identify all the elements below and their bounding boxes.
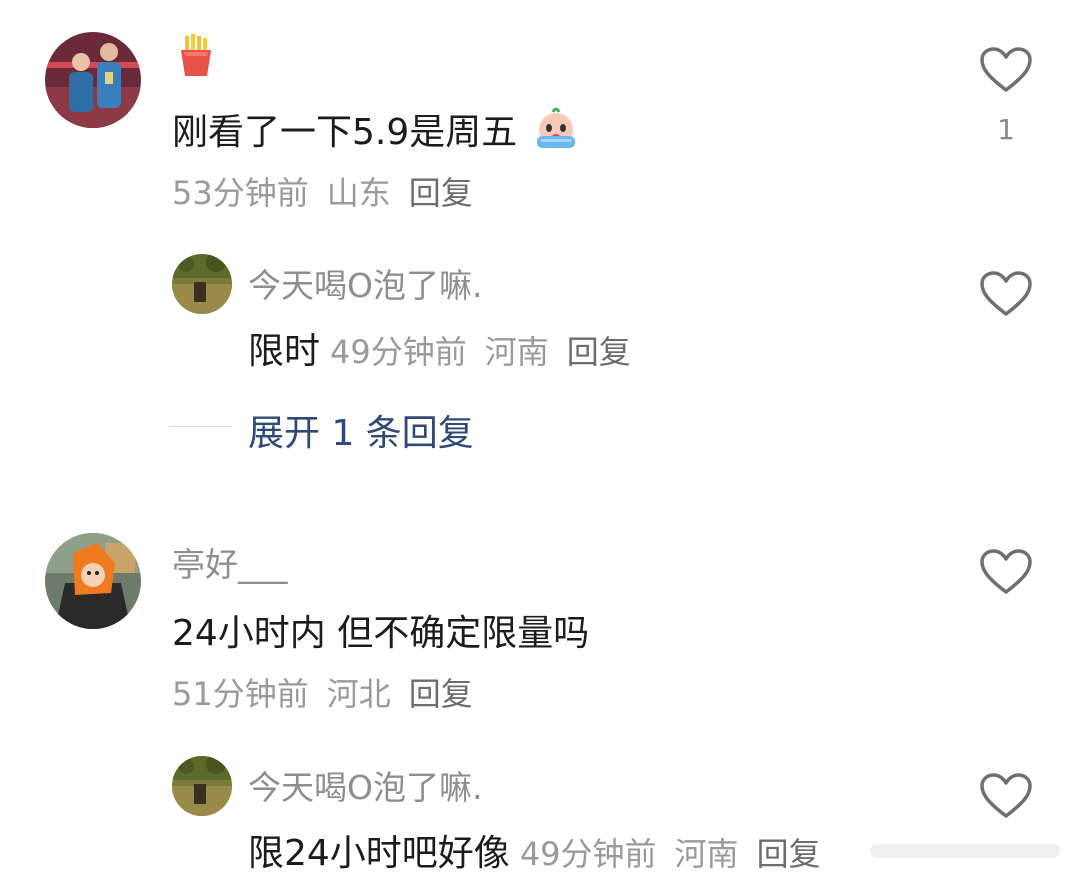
reply-meta: 49分钟前 河南 回复 <box>520 835 839 873</box>
like-button[interactable] <box>979 46 1033 94</box>
reply-meta: 49分钟前 河南 回复 <box>330 333 649 371</box>
like-button[interactable] <box>979 548 1033 596</box>
watermark <box>850 826 1080 872</box>
avatar-image <box>172 254 232 314</box>
reply-location: 河南 <box>484 333 549 371</box>
expand-replies-button[interactable]: 展开 1 条回复 <box>248 404 474 456</box>
reply-username[interactable]: 今天喝O泡了嘛. <box>248 761 482 809</box>
comment-time: 51分钟前 <box>172 675 309 713</box>
comment-text: 24小时内 但不确定限量吗 <box>172 613 590 654</box>
avatar-image <box>45 32 141 128</box>
reply-button[interactable]: 回复 <box>409 174 473 212</box>
comment-meta: 51分钟前 河北 回复 <box>172 669 491 715</box>
reply-text: 限24小时吧好像 49分钟前 河南 回复 <box>248 824 839 876</box>
avatar[interactable] <box>45 32 141 128</box>
comment-username[interactable]: 亭好___ <box>172 538 288 586</box>
comment-location: 山东 <box>326 174 391 212</box>
heart-icon <box>980 47 1032 92</box>
expand-divider <box>170 426 232 427</box>
comment-text: 刚看了一下5.9是周五 <box>172 103 581 159</box>
avatar[interactable] <box>45 533 141 629</box>
reply-time: 49分钟前 <box>519 835 657 873</box>
like-count: 1 <box>997 113 1015 146</box>
reply-button[interactable]: 回复 <box>409 675 473 713</box>
reply-button[interactable]: 回复 <box>757 835 821 873</box>
reply-button[interactable]: 回复 <box>567 333 631 371</box>
crying-face-icon <box>531 106 581 159</box>
reply-time: 49分钟前 <box>330 333 467 371</box>
comment-time: 53分钟前 <box>172 174 309 212</box>
like-button[interactable] <box>979 270 1033 318</box>
heart-icon <box>980 549 1032 594</box>
reply-location: 河南 <box>674 835 739 873</box>
comment-location: 河北 <box>326 675 391 713</box>
heart-icon <box>980 271 1032 316</box>
reply-username[interactable]: 今天喝O泡了嘛. <box>248 259 482 307</box>
reply-text: 限时 49分钟前 河南 回复 <box>248 322 649 374</box>
reply-avatar[interactable] <box>172 756 232 816</box>
comment-meta: 53分钟前 山东 回复 <box>172 168 491 214</box>
reply-avatar[interactable] <box>172 254 232 314</box>
like-button[interactable] <box>979 772 1033 820</box>
avatar-image <box>45 533 141 629</box>
avatar-image <box>172 756 232 816</box>
fries-emoji-icon <box>176 34 216 76</box>
heart-icon <box>980 773 1032 818</box>
